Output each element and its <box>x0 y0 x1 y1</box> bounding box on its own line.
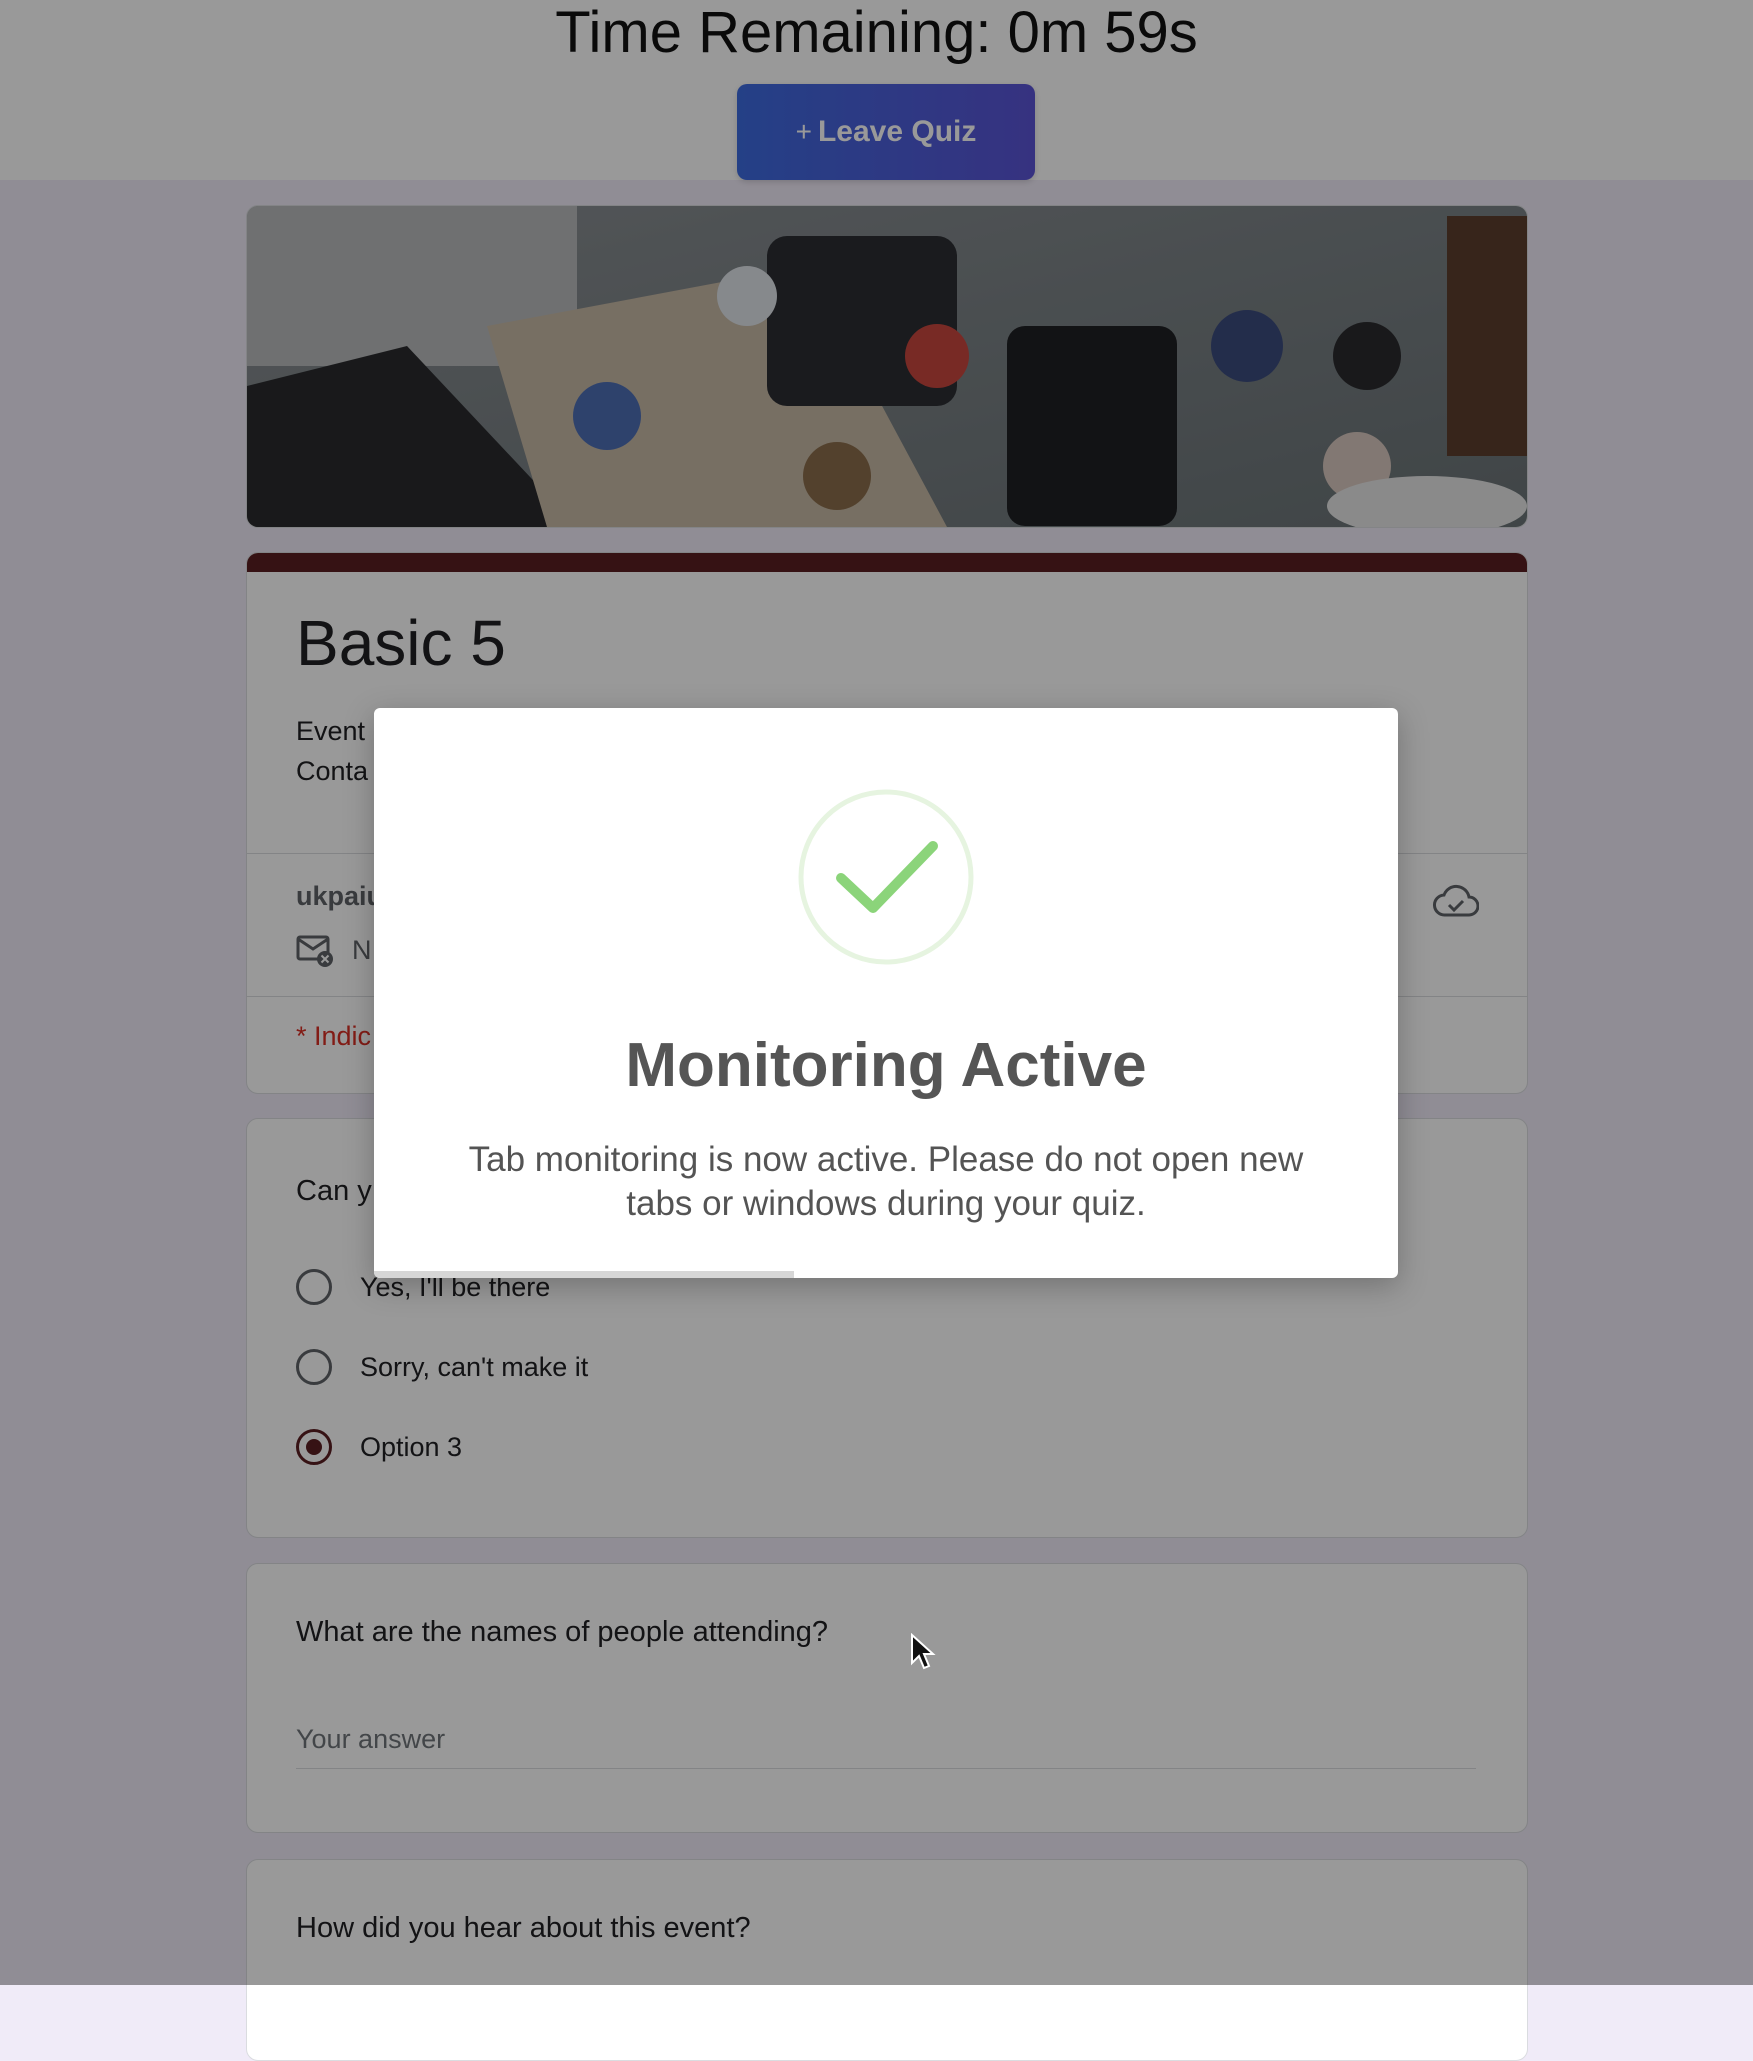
check-circle-icon <box>798 789 974 965</box>
dialog-title: Monitoring Active <box>625 1031 1147 1100</box>
mouse-cursor-icon <box>911 1633 936 1670</box>
dialog-message: Tab monitoring is now active. Please do … <box>468 1140 1304 1223</box>
monitoring-dialog: Monitoring Active Tab monitoring is now … <box>374 708 1398 1278</box>
auto-close-progress <box>374 1271 794 1278</box>
